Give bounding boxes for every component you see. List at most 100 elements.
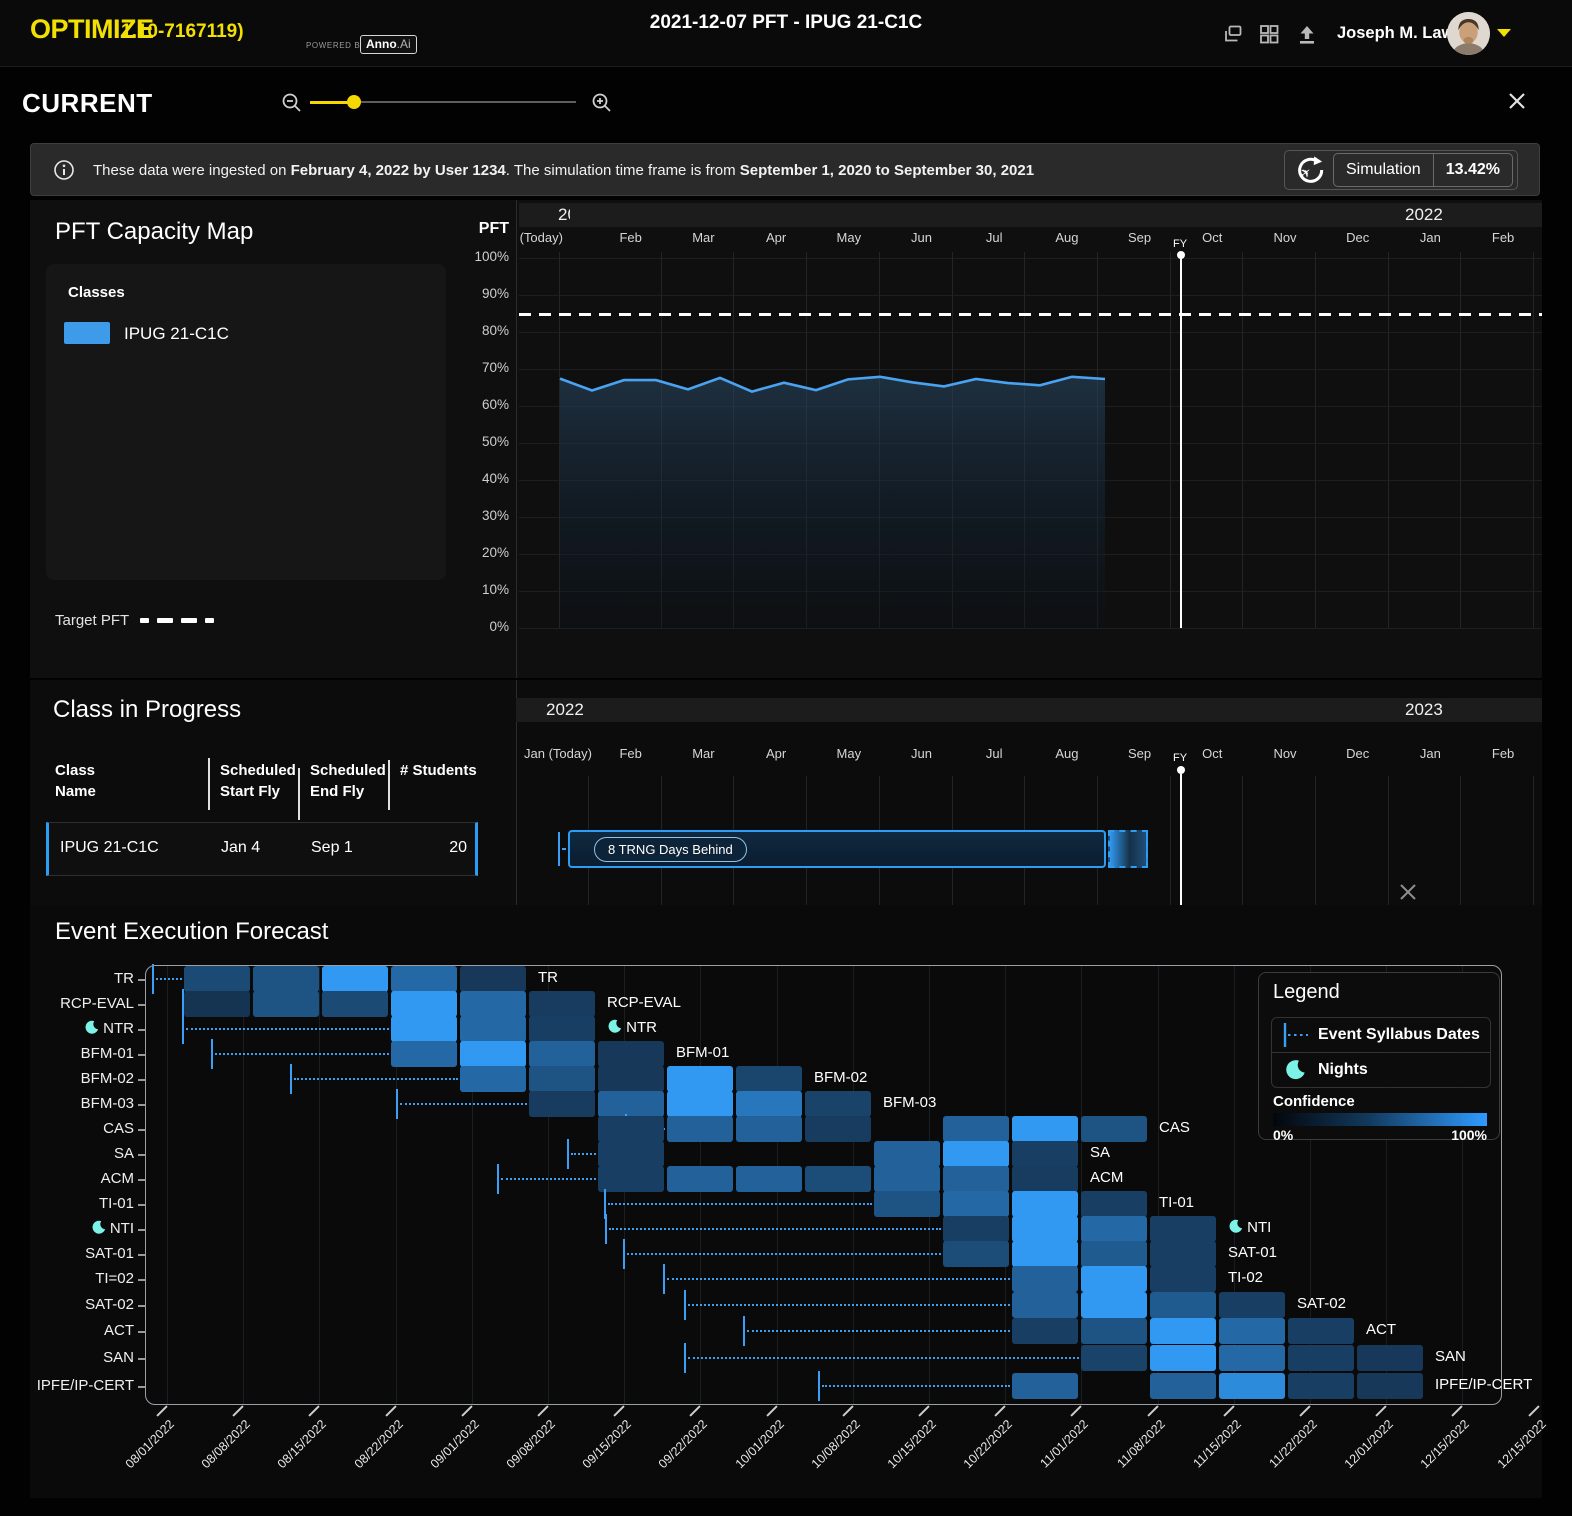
forecast-segment[interactable]: [1012, 1116, 1078, 1142]
forecast-segment[interactable]: [1288, 1318, 1354, 1344]
windows-icon[interactable]: [1222, 23, 1244, 45]
forecast-segment[interactable]: [1219, 1373, 1285, 1399]
forecast-segment[interactable]: [460, 1016, 526, 1042]
forecast-segment[interactable]: [667, 1166, 733, 1192]
forecast-segment[interactable]: [529, 1016, 595, 1042]
forecast-segment[interactable]: [598, 1116, 664, 1142]
forecast-segment[interactable]: [1012, 1373, 1078, 1399]
forecast-segment[interactable]: [1288, 1373, 1354, 1399]
forecast-segment[interactable]: [253, 991, 319, 1017]
forecast-segment[interactable]: [391, 1041, 457, 1067]
grid-icon[interactable]: [1258, 23, 1280, 45]
forecast-segment[interactable]: [529, 1091, 595, 1117]
forecast-segment[interactable]: [460, 991, 526, 1017]
user-menu-caret-icon[interactable]: [1497, 29, 1511, 37]
forecast-segment[interactable]: [736, 1166, 802, 1192]
forecast-segment[interactable]: [529, 1066, 595, 1092]
forecast-segment[interactable]: [1012, 1241, 1078, 1267]
class-legend-swatch[interactable]: [64, 322, 110, 344]
forecast-segment[interactable]: [598, 1091, 664, 1117]
forecast-segment[interactable]: [529, 991, 595, 1017]
forecast-segment[interactable]: [943, 1141, 1009, 1167]
class-gantt-extension[interactable]: [1108, 830, 1148, 868]
forecast-segment[interactable]: [391, 1016, 457, 1042]
forecast-segment[interactable]: [1012, 1216, 1078, 1242]
forecast-segment[interactable]: [253, 966, 319, 992]
forecast-segment[interactable]: [1081, 1318, 1147, 1344]
forecast-segment[interactable]: [1081, 1345, 1147, 1371]
forecast-segment[interactable]: [874, 1141, 940, 1167]
forecast-segment[interactable]: [1081, 1216, 1147, 1242]
forecast-segment[interactable]: [1150, 1216, 1216, 1242]
forecast-segment[interactable]: [1219, 1318, 1285, 1344]
forecast-segment[interactable]: [667, 1091, 733, 1117]
forecast-segment[interactable]: [184, 966, 250, 992]
forecast-segment[interactable]: [943, 1241, 1009, 1267]
forecast-segment[interactable]: [1081, 1266, 1147, 1292]
forecast-segment[interactable]: [1081, 1241, 1147, 1267]
class-gantt-bar[interactable]: 8 TRNG Days Behind: [568, 830, 1106, 868]
forecast-segment[interactable]: [1150, 1318, 1216, 1344]
forecast-segment[interactable]: [943, 1216, 1009, 1242]
forecast-segment[interactable]: [1012, 1141, 1078, 1167]
anno-logo-main: Anno: [366, 37, 397, 51]
forecast-segment[interactable]: [1012, 1318, 1078, 1344]
forecast-segment[interactable]: [460, 966, 526, 992]
forecast-segment[interactable]: [1357, 1345, 1423, 1371]
forecast-segment[interactable]: [1150, 1292, 1216, 1318]
forecast-segment[interactable]: [1081, 1292, 1147, 1318]
forecast-segment[interactable]: [1012, 1266, 1078, 1292]
close-view-icon[interactable]: [1506, 90, 1528, 112]
zoom-out-icon[interactable]: [281, 92, 303, 114]
run-simulation-icon[interactable]: ✈: [1285, 155, 1331, 185]
forecast-segment[interactable]: [598, 1166, 664, 1192]
class-row[interactable]: IPUG 21-C1C Jan 4 Sep 1 20: [46, 822, 478, 876]
forecast-segment[interactable]: [598, 1041, 664, 1067]
forecast-segment[interactable]: [1357, 1373, 1423, 1399]
forecast-segment[interactable]: [1150, 1345, 1216, 1371]
forecast-segment[interactable]: [1150, 1373, 1216, 1399]
forecast-segment[interactable]: [736, 1116, 802, 1142]
forecast-segment[interactable]: [1219, 1292, 1285, 1318]
forecast-segment[interactable]: [1219, 1345, 1285, 1371]
forecast-segment[interactable]: [1150, 1241, 1216, 1267]
forecast-segment[interactable]: [598, 1141, 664, 1167]
forecast-segment[interactable]: [805, 1091, 871, 1117]
forecast-segment[interactable]: [184, 991, 250, 1017]
forecast-segment[interactable]: [667, 1116, 733, 1142]
forecast-segment[interactable]: [322, 991, 388, 1017]
forecast-segment[interactable]: [391, 991, 457, 1017]
row-axis-tick: [138, 1004, 145, 1006]
forecast-segment[interactable]: [1081, 1191, 1147, 1217]
forecast-segment[interactable]: [1012, 1292, 1078, 1318]
zoom-in-icon[interactable]: [591, 92, 613, 114]
forecast-segment[interactable]: [805, 1116, 871, 1142]
forecast-segment[interactable]: [874, 1166, 940, 1192]
forecast-segment[interactable]: [460, 1041, 526, 1067]
forecast-segment[interactable]: [805, 1166, 871, 1192]
avatar[interactable]: [1447, 12, 1490, 55]
forecast-segment[interactable]: [529, 1041, 595, 1067]
event-syllabus-tick: [818, 1371, 820, 1401]
forecast-segment[interactable]: [736, 1066, 802, 1092]
forecast-segment[interactable]: [943, 1191, 1009, 1217]
forecast-segment[interactable]: [1081, 1116, 1147, 1142]
forecast-segment[interactable]: [874, 1191, 940, 1217]
forecast-segment[interactable]: [736, 1091, 802, 1117]
dismiss-icon[interactable]: [1398, 882, 1418, 902]
forecast-segment[interactable]: [598, 1066, 664, 1092]
forecast-segment[interactable]: [1012, 1166, 1078, 1192]
forecast-segment[interactable]: [943, 1116, 1009, 1142]
forecast-segment[interactable]: [1288, 1345, 1354, 1371]
forecast-segment[interactable]: [1012, 1191, 1078, 1217]
upload-icon[interactable]: [1296, 23, 1318, 45]
forecast-segment[interactable]: [943, 1166, 1009, 1192]
zoom-slider-thumb[interactable]: [347, 95, 361, 109]
forecast-segment[interactable]: [322, 966, 388, 992]
x-axis-date-label: 12/15/2022: [1461, 1417, 1549, 1505]
forecast-segment[interactable]: [391, 966, 457, 992]
forecast-row-label: SAN: [1435, 1348, 1466, 1365]
forecast-segment[interactable]: [1150, 1266, 1216, 1292]
forecast-segment[interactable]: [667, 1066, 733, 1092]
forecast-segment[interactable]: [460, 1066, 526, 1092]
